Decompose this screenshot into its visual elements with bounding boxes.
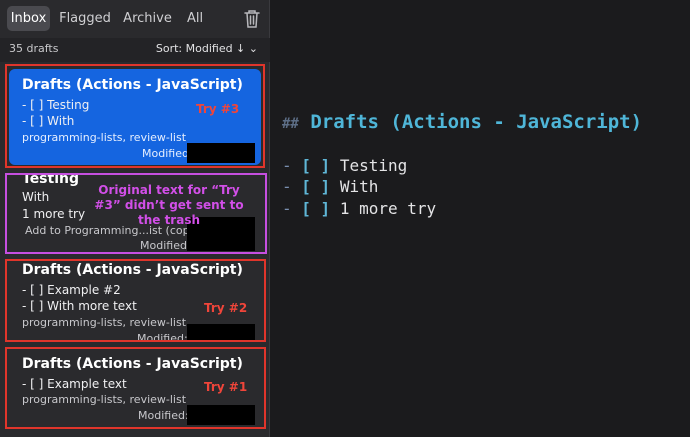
heading-text: Drafts (Actions - JavaScript) (310, 111, 643, 133)
filter-tabs: Inbox Flagged Archive All (0, 0, 270, 38)
checkbox-marker[interactable]: [ ] (301, 156, 330, 175)
line-text: With (339, 177, 379, 196)
tab-all[interactable]: All (181, 6, 209, 31)
trash-icon[interactable] (243, 9, 261, 29)
tab-archive[interactable]: Archive (120, 6, 175, 31)
list-header: 35 drafts Sort: Modified ↓ ⌄ (0, 38, 270, 62)
annotation-original-note: Original text for “Try #3” didn’t get se… (94, 183, 244, 227)
checkbox-marker[interactable]: [ ] (301, 199, 330, 218)
draft-count: 35 drafts (9, 42, 59, 55)
line-text: 1 more try (339, 199, 437, 218)
sort-menu[interactable]: Sort: Modified ↓ ⌄ (156, 42, 258, 55)
editor-line: - [ ] 1 more try (282, 199, 436, 218)
drafts-sidebar: Inbox Flagged Archive All 35 drafts Sort… (0, 0, 270, 437)
list-dash: - (282, 199, 292, 218)
editor-heading: ## Drafts (Actions - JavaScript) (282, 111, 642, 133)
list-dash: - (282, 177, 292, 196)
editor-pane[interactable]: ## Drafts (Actions - JavaScript) - [ ] T… (271, 0, 690, 437)
annotation-try1: Try #1 (204, 380, 248, 394)
annotation-try2: Try #2 (204, 301, 248, 315)
list-dash: - (282, 156, 292, 175)
line-text: Testing (339, 156, 408, 175)
tab-inbox[interactable]: Inbox (7, 6, 50, 31)
tab-flagged[interactable]: Flagged (56, 6, 114, 31)
annotation-try3: Try #3 (196, 102, 240, 116)
editor-line: - [ ] Testing (282, 156, 407, 175)
editor-line: - [ ] With (282, 177, 378, 196)
heading-marker: ## (282, 116, 299, 132)
checkbox-marker[interactable]: [ ] (301, 177, 330, 196)
